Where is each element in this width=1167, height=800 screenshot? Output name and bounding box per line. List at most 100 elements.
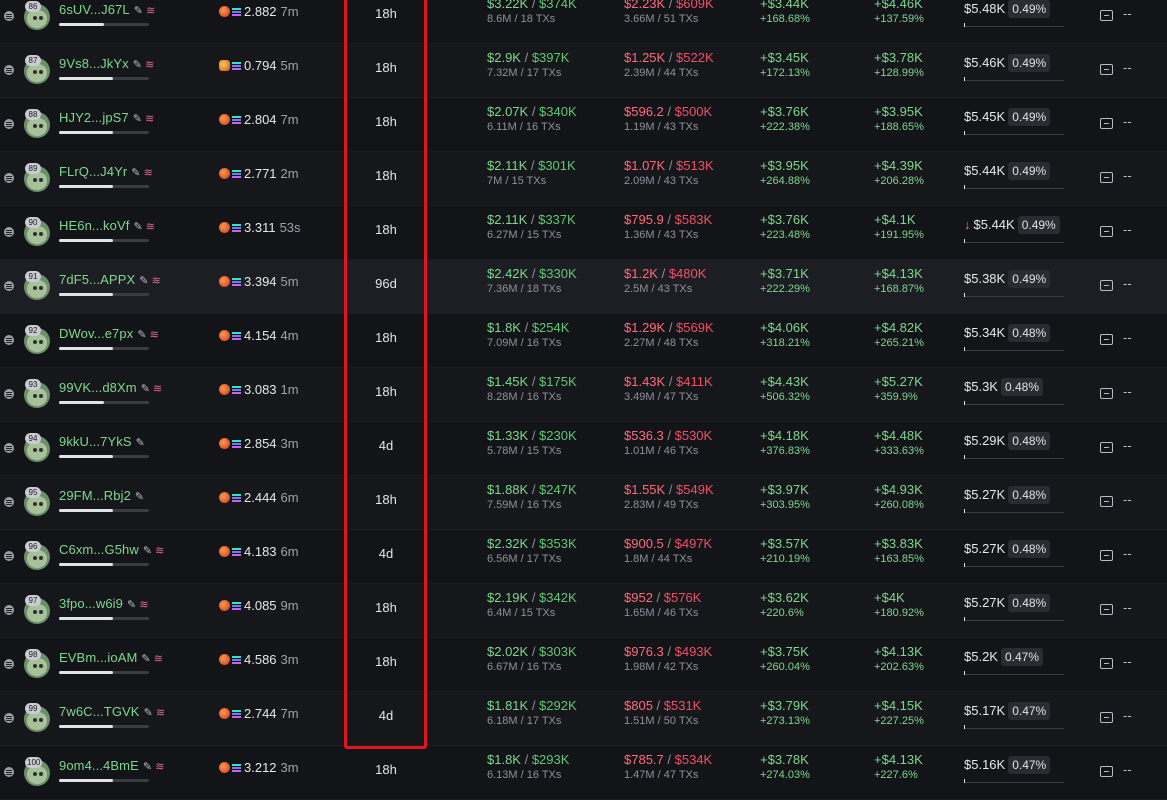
edit-icon[interactable]: ✎ xyxy=(139,275,148,287)
row-menu-icon[interactable] xyxy=(4,173,14,183)
avatar[interactable]: 86 xyxy=(24,1,50,30)
table-row[interactable]: 98 EVBm...ioAM ✎ ≋ 4.586 3m 18h $2.02K / $3… xyxy=(0,638,1167,692)
edit-icon[interactable]: ✎ xyxy=(135,491,144,503)
avatar[interactable]: 90 xyxy=(24,217,50,246)
table-row[interactable]: 90 HE6n...koVf ✎ ≋ 3.311 53s 18h $2.11K / $… xyxy=(0,206,1167,260)
table-row[interactable]: 100 9om4...4BmE ✎ ≋ 3.212 3m 18h $1.8K / $2… xyxy=(0,746,1167,800)
wallet-cell[interactable]: 29FM...Rbj2 ✎ xyxy=(59,488,144,503)
row-menu-icon[interactable] xyxy=(4,65,14,75)
share-icon[interactable] xyxy=(1100,10,1113,21)
edit-icon[interactable]: ✎ xyxy=(131,167,140,179)
wallet-address[interactable]: 99VK...d8Xm xyxy=(59,380,137,395)
wallet-cell[interactable]: HE6n...koVf ✎ ≋ xyxy=(59,218,155,233)
share-icon[interactable] xyxy=(1100,388,1113,399)
table-row[interactable]: 87 9Vs8...JkYx ✎ ≋ 0.794 5m 18h $2.9K / $39… xyxy=(0,44,1167,98)
avatar[interactable]: 96 xyxy=(24,541,50,570)
row-menu-icon[interactable] xyxy=(4,227,14,237)
row-menu-icon[interactable] xyxy=(4,659,14,669)
table-row[interactable]: 99 7w6C...TGVK ✎ ≋ 2.744 7m 4d $1.81K / $29… xyxy=(0,692,1167,746)
avatar[interactable]: 100 xyxy=(24,757,50,786)
edit-icon[interactable]: ✎ xyxy=(141,383,150,395)
edit-icon[interactable]: ✎ xyxy=(136,437,145,449)
table-row[interactable]: 96 C6xm...G5hw ✎ ≋ 4.183 6m 4d $2.32K / $35… xyxy=(0,530,1167,584)
wallet-address[interactable]: 9om4...4BmE xyxy=(59,758,139,773)
row-menu-icon[interactable] xyxy=(4,497,14,507)
avatar[interactable]: 87 xyxy=(24,55,50,84)
row-menu-icon[interactable] xyxy=(4,11,14,21)
avatar[interactable]: 91 xyxy=(24,271,50,300)
avatar[interactable]: 99 xyxy=(24,703,50,732)
share-icon[interactable] xyxy=(1100,550,1113,561)
wallet-cell[interactable]: 99VK...d8Xm ✎ ≋ xyxy=(59,380,162,395)
table-row[interactable]: 92 DWov...e7px ✎ ≋ 4.154 4m 18h $1.8K / $25… xyxy=(0,314,1167,368)
table-row[interactable]: 86 6sUV...J67L ✎ ≋ 2.882 7m 18h $3.22K / $3… xyxy=(0,0,1167,44)
wallet-cell[interactable]: 9om4...4BmE ✎ ≋ xyxy=(59,758,165,773)
avatar[interactable]: 93 xyxy=(24,379,50,408)
wallet-cell[interactable]: 6sUV...J67L ✎ ≋ xyxy=(59,2,155,17)
avatar[interactable]: 95 xyxy=(24,487,50,516)
table-row[interactable]: 97 3fpo...w6i9 ✎ ≋ 4.085 9m 18h $2.19K / $3… xyxy=(0,584,1167,638)
edit-icon[interactable]: ✎ xyxy=(144,707,153,719)
edit-icon[interactable]: ✎ xyxy=(143,761,152,773)
wallet-address[interactable]: 3fpo...w6i9 xyxy=(59,596,123,611)
row-menu-icon[interactable] xyxy=(4,767,14,777)
share-icon[interactable] xyxy=(1100,442,1113,453)
wallet-address[interactable]: FLrQ...J4Yr xyxy=(59,164,127,179)
wallet-address[interactable]: 7dF5...APPX xyxy=(59,272,135,287)
wallet-cell[interactable]: 9Vs8...JkYx ✎ ≋ xyxy=(59,56,154,71)
avatar[interactable]: 92 xyxy=(24,325,50,354)
avatar[interactable]: 97 xyxy=(24,595,50,624)
share-icon[interactable] xyxy=(1100,658,1113,669)
table-row[interactable]: 91 7dF5...APPX ✎ ≋ 3.394 5m 96d $2.42K / $3… xyxy=(0,260,1167,314)
share-icon[interactable] xyxy=(1100,226,1113,237)
row-menu-icon[interactable] xyxy=(4,605,14,615)
avatar[interactable]: 94 xyxy=(24,433,50,462)
row-menu-icon[interactable] xyxy=(4,551,14,561)
wallet-address[interactable]: 7w6C...TGVK xyxy=(59,704,140,719)
wallet-address[interactable]: EVBm...ioAM xyxy=(59,650,137,665)
row-menu-icon[interactable] xyxy=(4,119,14,129)
wallet-cell[interactable]: 3fpo...w6i9 ✎ ≋ xyxy=(59,596,149,611)
share-icon[interactable] xyxy=(1100,172,1113,183)
wallet-cell[interactable]: HJY2...jpS7 ✎ ≋ xyxy=(59,110,154,125)
share-icon[interactable] xyxy=(1100,766,1113,777)
edit-icon[interactable]: ✎ xyxy=(143,545,152,557)
table-row[interactable]: 93 99VK...d8Xm ✎ ≋ 3.083 1m 18h $1.45K / $1… xyxy=(0,368,1167,422)
wallet-cell[interactable]: 7dF5...APPX ✎ ≋ xyxy=(59,272,161,287)
share-icon[interactable] xyxy=(1100,280,1113,291)
row-menu-icon[interactable] xyxy=(4,389,14,399)
avatar[interactable]: 98 xyxy=(24,649,50,678)
table-row[interactable]: 95 29FM...Rbj2 ✎ 2.444 6m 18h $1.88K / $24… xyxy=(0,476,1167,530)
table-row[interactable]: 94 9kkU...7YkS ✎ 2.854 3m 4d $1.33K / $230… xyxy=(0,422,1167,476)
share-icon[interactable] xyxy=(1100,604,1113,615)
avatar[interactable]: 88 xyxy=(24,109,50,138)
row-menu-icon[interactable] xyxy=(4,281,14,291)
edit-icon[interactable]: ✎ xyxy=(133,113,142,125)
wallet-cell[interactable]: DWov...e7px ✎ ≋ xyxy=(59,326,159,341)
wallet-cell[interactable]: C6xm...G5hw ✎ ≋ xyxy=(59,542,165,557)
share-icon[interactable] xyxy=(1100,118,1113,129)
edit-icon[interactable]: ✎ xyxy=(133,221,142,233)
table-row[interactable]: 89 FLrQ...J4Yr ✎ ≋ 2.771 2m 18h $2.11K / $3… xyxy=(0,152,1167,206)
wallet-address[interactable]: 29FM...Rbj2 xyxy=(59,488,131,503)
wallet-cell[interactable]: FLrQ...J4Yr ✎ ≋ xyxy=(59,164,153,179)
wallet-address[interactable]: 6sUV...J67L xyxy=(59,2,130,17)
row-menu-icon[interactable] xyxy=(4,335,14,345)
row-menu-icon[interactable] xyxy=(4,443,14,453)
wallet-cell[interactable]: 9kkU...7YkS ✎ xyxy=(59,434,145,449)
wallet-address[interactable]: HJY2...jpS7 xyxy=(59,110,129,125)
wallet-address[interactable]: 9kkU...7YkS xyxy=(59,434,132,449)
wallet-cell[interactable]: EVBm...ioAM ✎ ≋ xyxy=(59,650,163,665)
share-icon[interactable] xyxy=(1100,334,1113,345)
wallet-address[interactable]: HE6n...koVf xyxy=(59,218,129,233)
share-icon[interactable] xyxy=(1100,64,1113,75)
table-row[interactable]: 88 HJY2...jpS7 ✎ ≋ 2.804 7m 18h $2.07K / $3… xyxy=(0,98,1167,152)
edit-icon[interactable]: ✎ xyxy=(127,599,136,611)
row-menu-icon[interactable] xyxy=(4,713,14,723)
wallet-cell[interactable]: 7w6C...TGVK ✎ ≋ xyxy=(59,704,165,719)
edit-icon[interactable]: ✎ xyxy=(134,5,143,17)
wallet-address[interactable]: C6xm...G5hw xyxy=(59,542,139,557)
wallet-address[interactable]: 9Vs8...JkYx xyxy=(59,56,129,71)
edit-icon[interactable]: ✎ xyxy=(133,59,142,71)
share-icon[interactable] xyxy=(1100,496,1113,507)
